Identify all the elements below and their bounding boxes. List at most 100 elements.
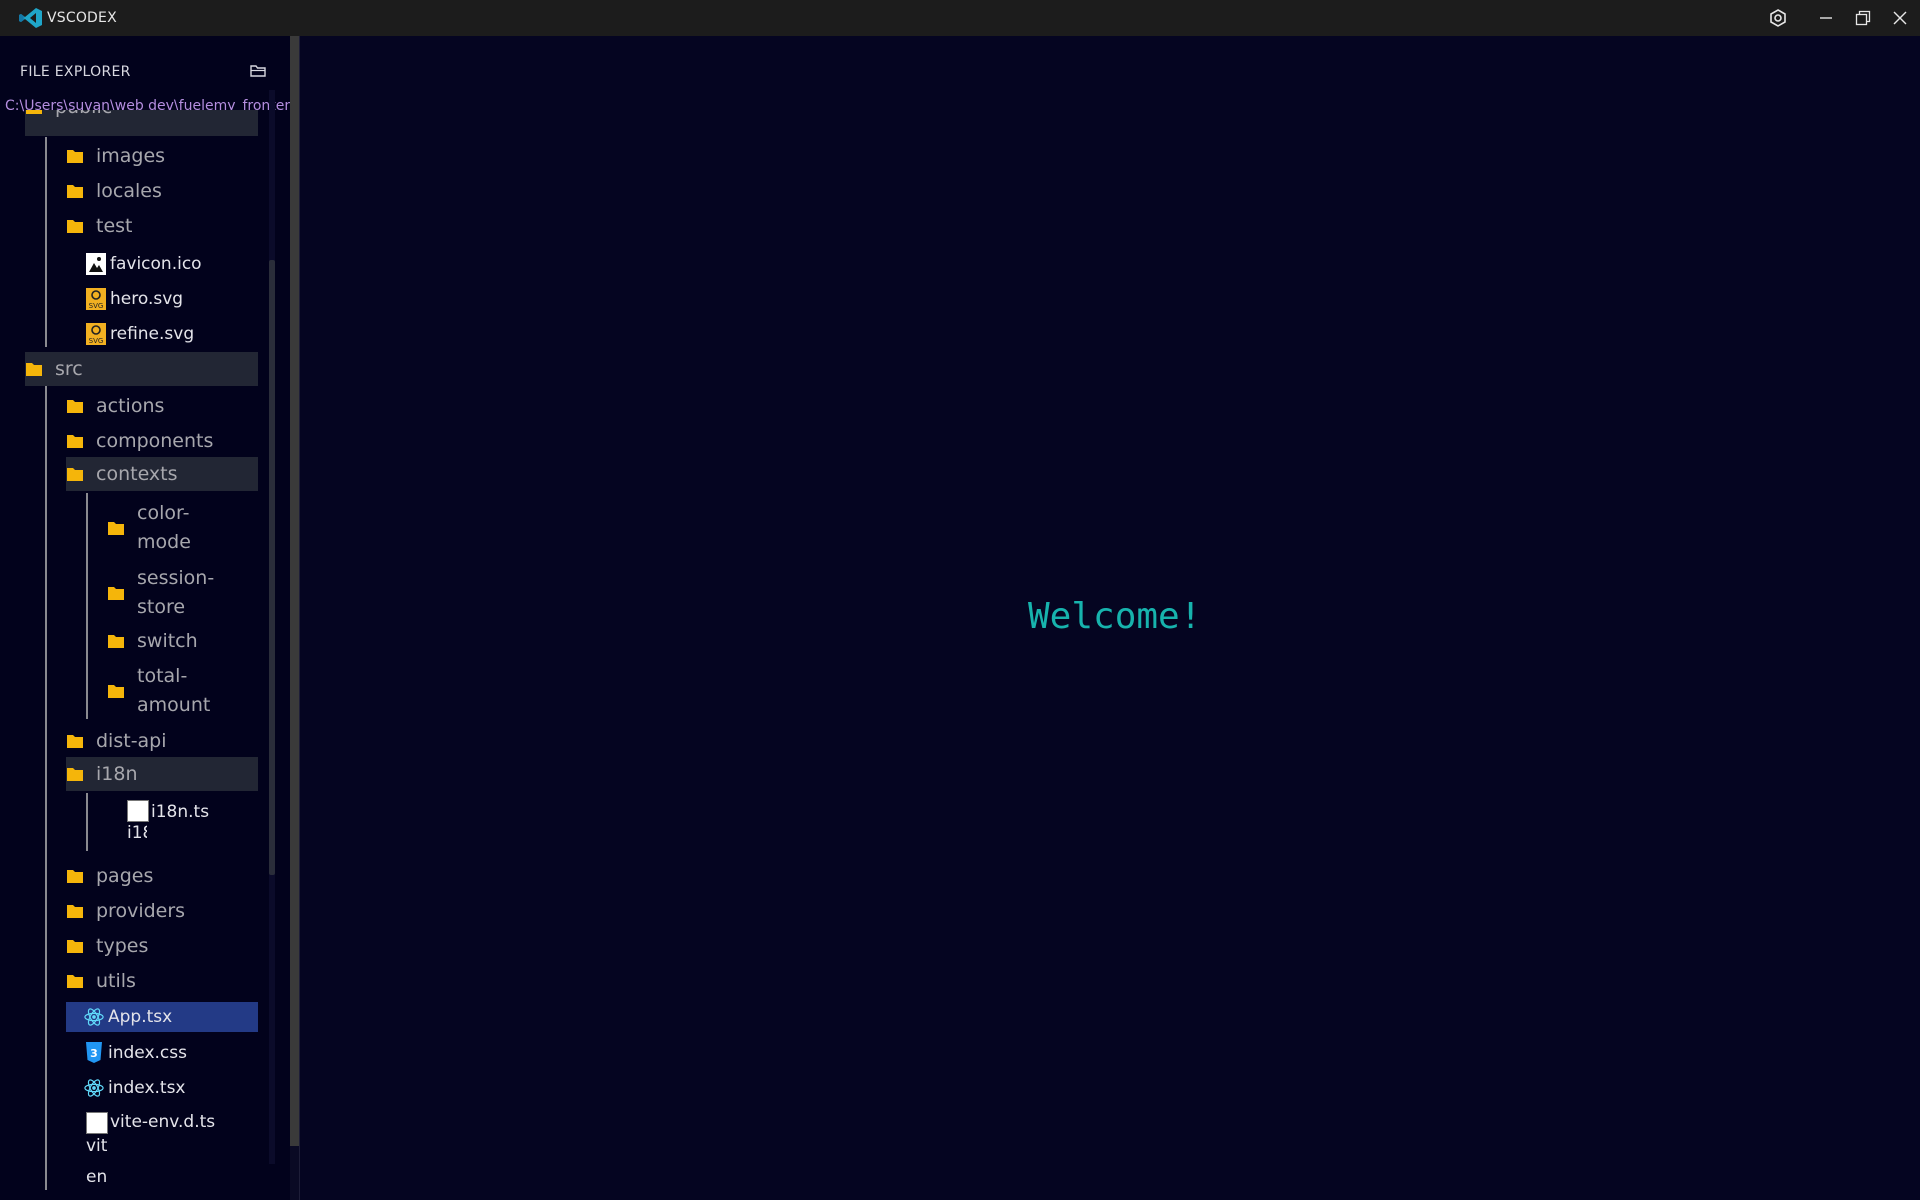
svg-text:SVG: SVG (89, 337, 104, 345)
tree-folder-switch[interactable]: switch (107, 627, 198, 655)
tree-folder-locales[interactable]: locales (66, 177, 162, 205)
folder-icon (108, 685, 124, 698)
tree-label: favicon.ico (110, 254, 202, 274)
react-icon (84, 1077, 104, 1099)
tree-label: contexts (96, 463, 178, 485)
tree-label: total- (137, 665, 188, 687)
close-icon (1893, 11, 1907, 25)
tree-folder-pages[interactable]: pages (66, 862, 153, 890)
minimize-icon (1820, 17, 1832, 19)
image-file-icon (86, 253, 106, 275)
tree-folder-dist-api[interactable]: dist-api (66, 727, 167, 755)
folder-icon (67, 220, 83, 233)
settings-icon (1770, 9, 1786, 27)
tree-folder-components[interactable]: components (66, 427, 213, 455)
folder-icon (108, 635, 124, 648)
tree-label-wrap: session- store (137, 564, 214, 622)
tree-file-favicon[interactable]: favicon.ico (86, 251, 202, 277)
tree-label: session- (137, 567, 215, 589)
minimize-button[interactable] (1810, 6, 1842, 30)
folder-icon (67, 975, 83, 988)
tree-label: actions (96, 395, 165, 417)
broken-image-glyph (86, 1112, 108, 1134)
tree-label: index.tsx (108, 1078, 186, 1098)
splitter-base (290, 1146, 299, 1200)
editor-border (299, 36, 300, 1200)
indent-guide (45, 380, 47, 1190)
tree-folder-types[interactable]: types (66, 932, 148, 960)
tree-folder-providers[interactable]: providers (66, 897, 185, 925)
folder-icon (67, 870, 83, 883)
restore-icon (1855, 10, 1871, 26)
open-folder-icon[interactable] (248, 62, 268, 80)
tree-folder-i18n[interactable]: i18n (66, 757, 258, 791)
title-bar: VSCODEX (0, 0, 1920, 36)
folder-icon (67, 940, 83, 953)
tree-label-wrap: total- amount (137, 662, 210, 720)
tree-label: i18n (96, 763, 138, 785)
folder-icon (67, 400, 83, 413)
tree-file-index-css[interactable]: 3 index.css (84, 1040, 187, 1066)
tree-folder-total-amount[interactable]: total- amount (107, 661, 210, 721)
broken-image-icon: vit en (86, 1110, 108, 1192)
vscode-logo-icon (19, 8, 42, 28)
svg-text:SVG: SVG (89, 302, 104, 310)
tree-folder-color-mode[interactable]: color- mode (107, 498, 191, 558)
tree-file-refine-svg[interactable]: SVG refine.svg (86, 321, 194, 347)
tree-label: pages (96, 865, 154, 887)
folder-icon (26, 363, 42, 376)
explorer-header: FILE EXPLORER (20, 64, 131, 80)
tree-label: i18n.ts (151, 802, 210, 822)
sidebar-scrollbar-thumb[interactable] (269, 260, 275, 875)
folder-icon (67, 185, 83, 198)
restore-button[interactable] (1847, 6, 1879, 30)
tree-label-cont: store (137, 596, 186, 618)
tree-folder-actions[interactable]: actions (66, 392, 164, 420)
tree-label: App.tsx (108, 1007, 173, 1027)
tree-label-wrap: color- mode (137, 499, 191, 557)
tree-label: dist-api (96, 730, 167, 752)
close-button[interactable] (1884, 6, 1916, 30)
tree-folder-contexts[interactable]: contexts (66, 457, 258, 491)
tree-folder-test[interactable]: test (66, 212, 133, 240)
tree-label: locales (96, 180, 162, 202)
tree-label: public (55, 110, 112, 118)
tree-folder-public[interactable]: public (25, 110, 258, 136)
folder-icon (67, 768, 83, 781)
tree-label-cont: amount (137, 694, 211, 716)
tree-label: images (96, 145, 166, 167)
css-file-icon: 3 (84, 1042, 104, 1064)
tree-folder-images[interactable]: images (66, 142, 165, 170)
app-title: VSCODEX (47, 10, 117, 26)
react-icon (84, 1006, 104, 1028)
tree-label: switch (137, 630, 198, 652)
broken-image-icon: i18 (127, 800, 149, 844)
tree-folder-utils[interactable]: utils (66, 967, 136, 995)
broken-image-glyph (127, 800, 149, 822)
tree-file-i18n-ts[interactable]: i18 i18n.ts (127, 800, 209, 846)
sidebar-resize-handle[interactable] (290, 36, 299, 1146)
tree-file-app-tsx[interactable]: App.tsx (66, 1002, 258, 1032)
folder-icon (67, 735, 83, 748)
tree-label: components (96, 430, 214, 452)
tree-file-index-tsx[interactable]: index.tsx (84, 1075, 186, 1101)
folder-icon (67, 150, 83, 163)
tree-label: providers (96, 900, 186, 922)
broken-image-alt: vit (86, 1136, 108, 1156)
svg-text:3: 3 (90, 1047, 98, 1060)
welcome-message: Welcome! (1028, 596, 1202, 637)
tree-label: test (96, 215, 133, 237)
tree-label: index.css (108, 1043, 187, 1063)
folder-icon (108, 587, 124, 600)
tree-folder-session-store[interactable]: session- store (107, 563, 214, 623)
tree-file-vite-env[interactable]: vit en vite-env.d.ts (86, 1110, 215, 1194)
tree-file-hero-svg[interactable]: SVG hero.svg (86, 286, 183, 312)
broken-image-alt: i18 (127, 823, 147, 843)
folder-icon (67, 468, 83, 481)
tree-label-cont: mode (137, 531, 191, 553)
indent-guide (86, 493, 88, 719)
tree-label: vite-env.d.ts (110, 1112, 216, 1132)
settings-button[interactable] (1762, 6, 1794, 30)
tree-folder-src[interactable]: src (25, 352, 258, 386)
tree-label: hero.svg (110, 289, 184, 309)
